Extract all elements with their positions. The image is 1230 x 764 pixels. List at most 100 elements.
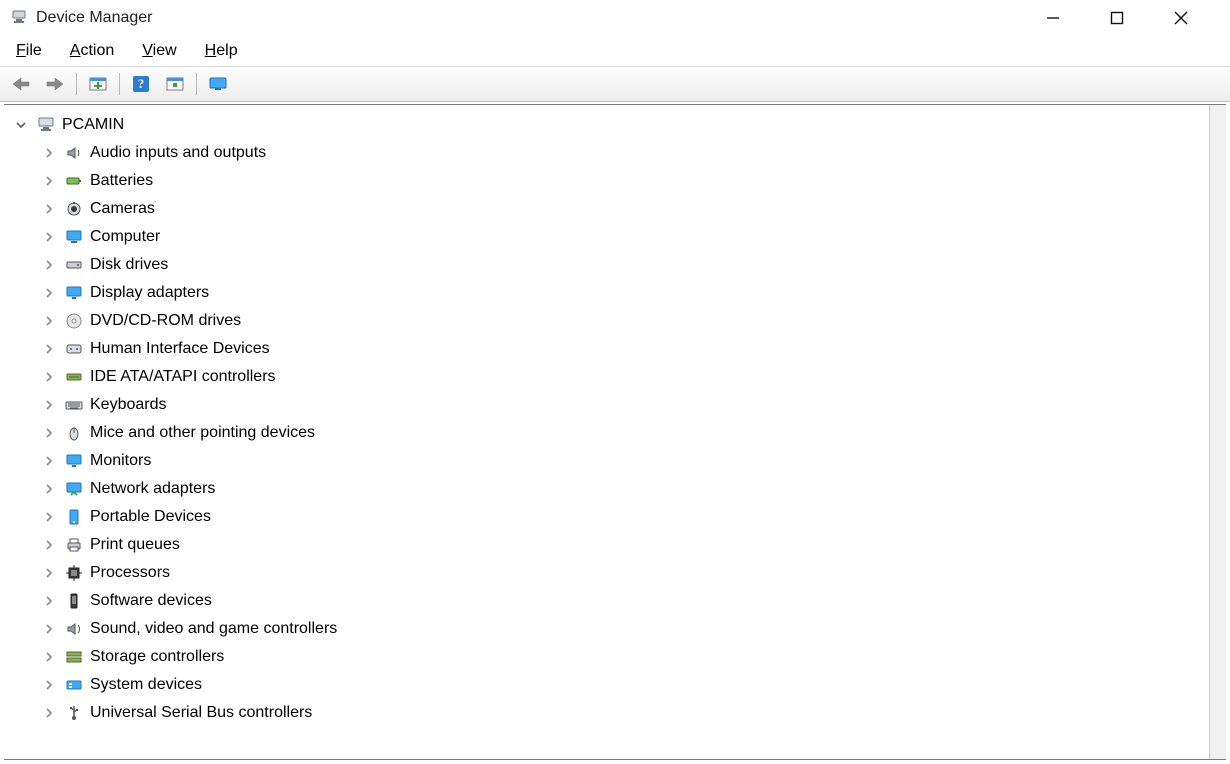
help-button[interactable]: ?: [128, 71, 154, 97]
chevron-right-icon[interactable]: [42, 258, 56, 272]
category-node[interactable]: Display adapters: [14, 279, 1226, 307]
category-label[interactable]: Disk drives: [90, 251, 168, 279]
devices-and-printers-button[interactable]: [205, 71, 231, 97]
scrollbar[interactable]: [1209, 105, 1226, 759]
back-button[interactable]: [8, 71, 34, 97]
chevron-right-icon[interactable]: [42, 370, 56, 384]
category-label[interactable]: Cameras: [90, 195, 155, 223]
cpu-icon: [64, 563, 84, 583]
audio-icon: [64, 143, 84, 163]
chevron-right-icon[interactable]: [42, 510, 56, 524]
category-node[interactable]: DVD/CD-ROM drives: [14, 307, 1226, 335]
category-label[interactable]: Software devices: [90, 587, 212, 615]
forward-button[interactable]: [42, 71, 68, 97]
computer-icon: [64, 227, 84, 247]
chevron-right-icon[interactable]: [42, 678, 56, 692]
category-node[interactable]: System devices: [14, 671, 1226, 699]
category-label[interactable]: Human Interface Devices: [90, 335, 270, 363]
close-button[interactable]: [1158, 2, 1204, 34]
show-hide-console-tree-button[interactable]: [85, 71, 111, 97]
category-node[interactable]: Keyboards: [14, 391, 1226, 419]
device-manager-window: Device Manager File Action View Help: [0, 0, 1230, 764]
menu-action[interactable]: Action: [70, 42, 114, 60]
category-node[interactable]: Cameras: [14, 195, 1226, 223]
category-node[interactable]: Mice and other pointing devices: [14, 419, 1226, 447]
camera-icon: [64, 199, 84, 219]
category-node[interactable]: Print queues: [14, 531, 1226, 559]
category-label[interactable]: Network adapters: [90, 475, 215, 503]
chevron-right-icon[interactable]: [42, 286, 56, 300]
chevron-right-icon[interactable]: [42, 426, 56, 440]
chevron-right-icon[interactable]: [42, 566, 56, 580]
chevron-right-icon[interactable]: [42, 594, 56, 608]
category-label[interactable]: Processors: [90, 559, 170, 587]
category-node[interactable]: Network adapters: [14, 475, 1226, 503]
hid-icon: [64, 339, 84, 359]
category-node[interactable]: Storage controllers: [14, 643, 1226, 671]
category-node[interactable]: Universal Serial Bus controllers: [14, 699, 1226, 727]
category-node[interactable]: Computer: [14, 223, 1226, 251]
category-label[interactable]: IDE ATA/ATAPI controllers: [90, 363, 276, 391]
root-label[interactable]: PCAMIN: [62, 111, 124, 139]
category-label[interactable]: Portable Devices: [90, 503, 211, 531]
category-label[interactable]: Storage controllers: [90, 643, 224, 671]
category-label[interactable]: Universal Serial Bus controllers: [90, 699, 312, 727]
chevron-right-icon[interactable]: [42, 538, 56, 552]
category-label[interactable]: Monitors: [90, 447, 151, 475]
category-label[interactable]: Keyboards: [90, 391, 167, 419]
chevron-right-icon[interactable]: [42, 622, 56, 636]
category-node[interactable]: Software devices: [14, 587, 1226, 615]
toolbar-separator: [76, 73, 77, 95]
category-label[interactable]: Sound, video and game controllers: [90, 615, 337, 643]
chevron-right-icon[interactable]: [42, 174, 56, 188]
system-icon: [64, 675, 84, 695]
root-node[interactable]: PCAMIN: [14, 111, 1226, 139]
chevron-right-icon[interactable]: [42, 146, 56, 160]
mouse-icon: [64, 423, 84, 443]
menu-file[interactable]: File: [16, 42, 42, 60]
minimize-button[interactable]: [1030, 2, 1076, 34]
chevron-down-icon[interactable]: [14, 118, 28, 132]
keyboard-icon: [64, 395, 84, 415]
titlebar: Device Manager: [0, 0, 1230, 36]
window-title: Device Manager: [36, 9, 153, 27]
chevron-right-icon[interactable]: [42, 454, 56, 468]
category-label[interactable]: Display adapters: [90, 279, 209, 307]
category-node[interactable]: Audio inputs and outputs: [14, 139, 1226, 167]
category-node[interactable]: Sound, video and game controllers: [14, 615, 1226, 643]
software-icon: [64, 591, 84, 611]
category-node[interactable]: Human Interface Devices: [14, 335, 1226, 363]
category-node[interactable]: Portable Devices: [14, 503, 1226, 531]
chevron-right-icon[interactable]: [42, 482, 56, 496]
chevron-right-icon[interactable]: [42, 202, 56, 216]
app-icon: [10, 9, 28, 27]
category-node[interactable]: Processors: [14, 559, 1226, 587]
scan-hardware-button[interactable]: [162, 71, 188, 97]
display-icon: [64, 283, 84, 303]
category-label[interactable]: Print queues: [90, 531, 180, 559]
category-label[interactable]: Computer: [90, 223, 160, 251]
svg-text:?: ?: [138, 76, 145, 91]
category-label[interactable]: DVD/CD-ROM drives: [90, 307, 241, 335]
category-node[interactable]: Batteries: [14, 167, 1226, 195]
menu-help[interactable]: Help: [205, 42, 238, 60]
printer-icon: [64, 535, 84, 555]
chevron-right-icon[interactable]: [42, 398, 56, 412]
maximize-button[interactable]: [1094, 2, 1140, 34]
category-label[interactable]: Audio inputs and outputs: [90, 139, 266, 167]
chevron-right-icon[interactable]: [42, 230, 56, 244]
storage-icon: [64, 647, 84, 667]
category-node[interactable]: Disk drives: [14, 251, 1226, 279]
menu-view[interactable]: View: [142, 42, 176, 60]
category-label[interactable]: Batteries: [90, 167, 153, 195]
device-tree-panel: PCAMIN Audio inputs and outputsBatteries…: [4, 104, 1226, 760]
category-label[interactable]: System devices: [90, 671, 202, 699]
monitor-icon: [64, 451, 84, 471]
category-label[interactable]: Mice and other pointing devices: [90, 419, 315, 447]
category-node[interactable]: IDE ATA/ATAPI controllers: [14, 363, 1226, 391]
chevron-right-icon[interactable]: [42, 342, 56, 356]
chevron-right-icon[interactable]: [42, 314, 56, 328]
chevron-right-icon[interactable]: [42, 706, 56, 720]
chevron-right-icon[interactable]: [42, 650, 56, 664]
category-node[interactable]: Monitors: [14, 447, 1226, 475]
